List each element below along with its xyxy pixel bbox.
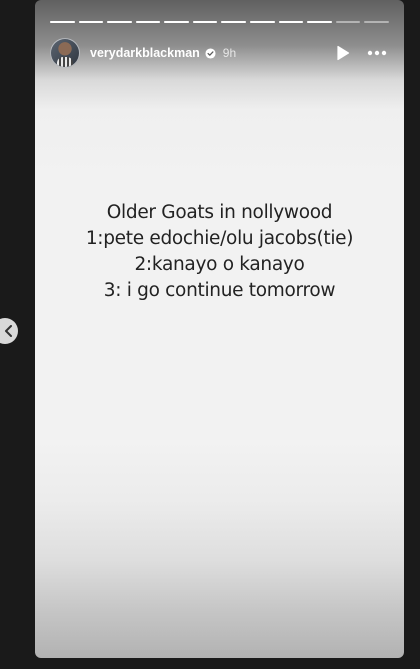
story-text-line: 2:kanayo o kanayo	[134, 254, 305, 275]
progress-segment	[335, 21, 361, 23]
previous-story-button[interactable]	[0, 318, 18, 344]
story-text-line: 3: i go continue tomorrow	[103, 280, 336, 301]
chevron-left-icon	[5, 325, 12, 337]
progress-segment	[364, 21, 389, 23]
avatar[interactable]	[50, 38, 80, 68]
story-progress-bar	[50, 21, 389, 24]
progress-segment	[221, 21, 247, 23]
progress-segment	[135, 21, 161, 23]
progress-segment	[278, 21, 304, 23]
story-text-line: Older Goats in nollywood	[106, 202, 333, 223]
play-button[interactable]	[331, 41, 355, 65]
post-time: 9h	[222, 46, 237, 60]
username[interactable]: verydarkblackman	[90, 46, 200, 60]
progress-segment	[107, 21, 132, 23]
progress-segment	[78, 21, 104, 23]
more-options-button[interactable]	[365, 41, 389, 65]
verified-badge-icon	[205, 47, 216, 59]
progress-segment	[50, 21, 75, 23]
story-card[interactable]: verydarkblackman 9h Older Goats in nolly…	[35, 0, 404, 658]
progress-segment	[250, 21, 275, 23]
progress-segment	[307, 21, 332, 23]
story-header: verydarkblackman 9h	[50, 36, 389, 70]
play-icon	[337, 45, 350, 61]
story-text-line: 1:pete edochie/olu jacobs(tie)	[85, 228, 354, 249]
story-text: Older Goats in nollywood 1:pete edochie/…	[35, 200, 404, 304]
progress-segment	[164, 21, 189, 23]
progress-segment	[192, 21, 218, 23]
story-viewer: verydarkblackman 9h Older Goats in nolly…	[0, 0, 420, 669]
more-horizontal-icon	[367, 50, 387, 56]
